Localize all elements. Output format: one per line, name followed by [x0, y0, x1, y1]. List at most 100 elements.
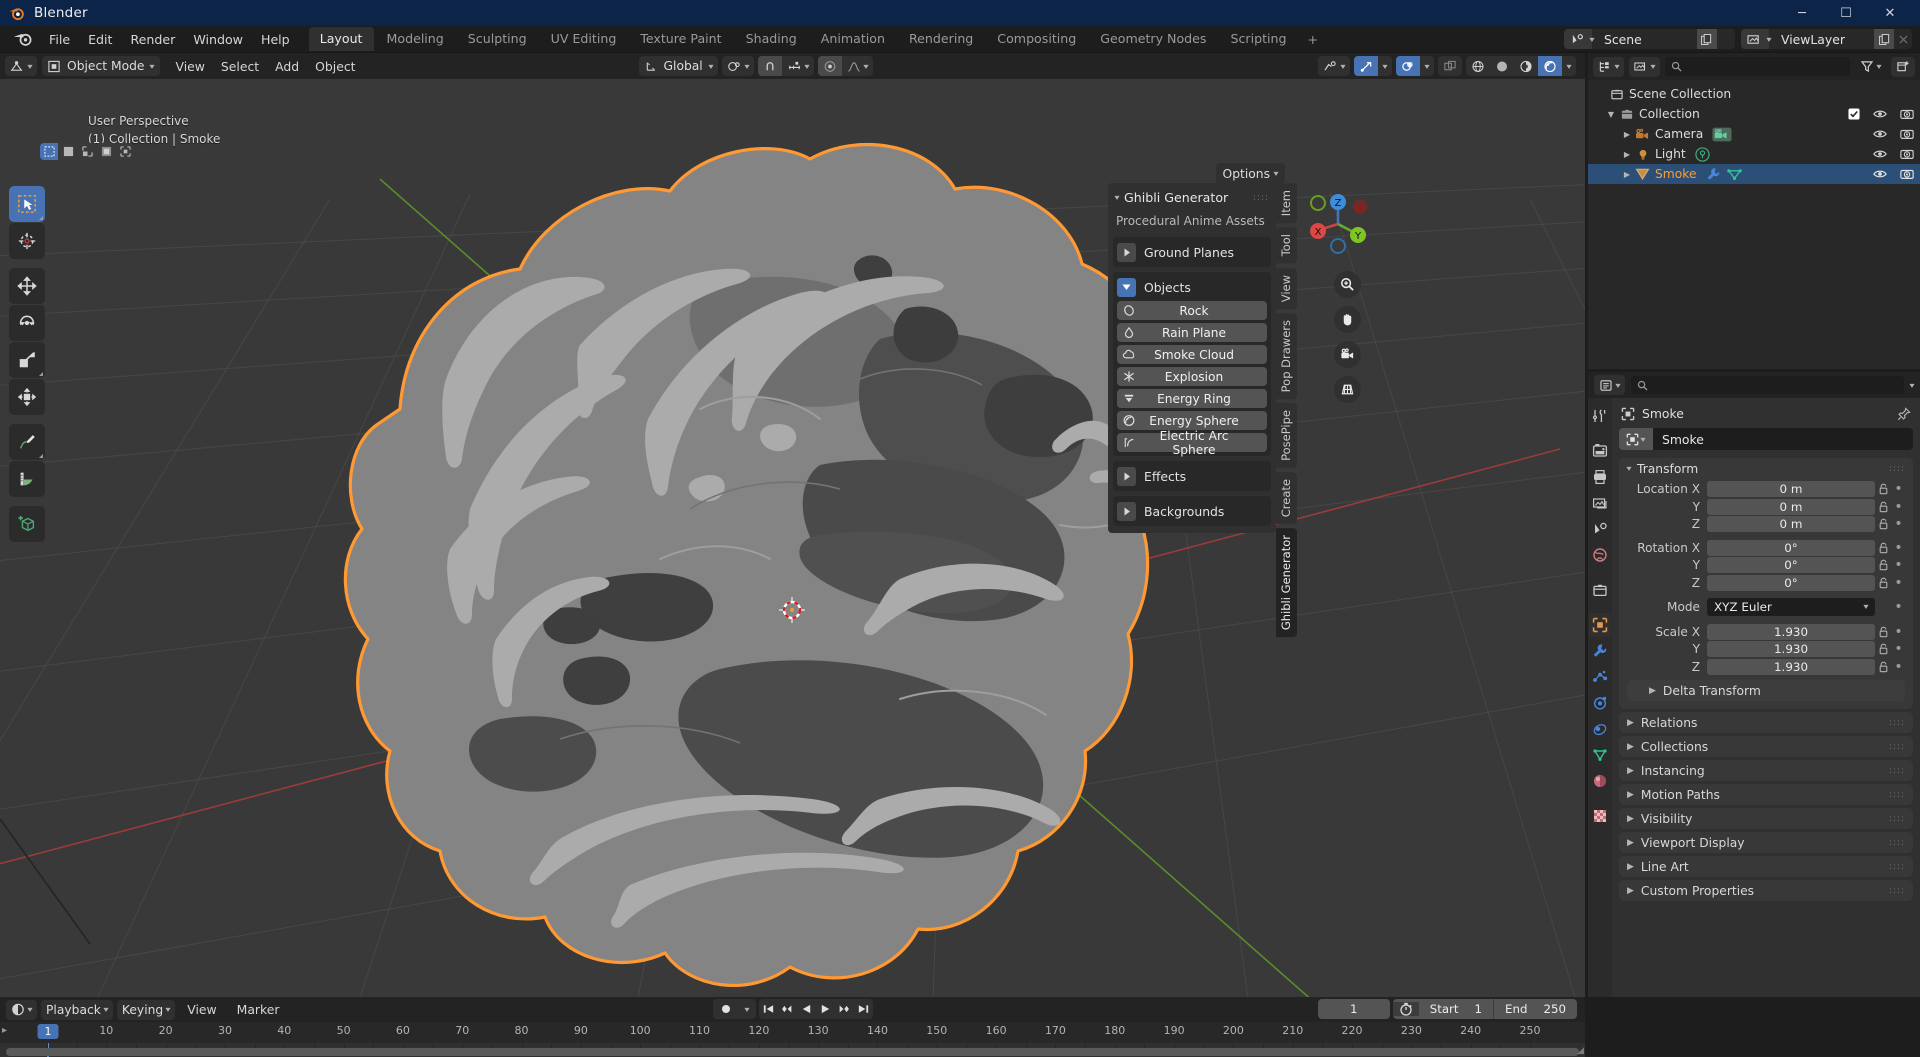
timeline-ruler[interactable]: 1 10 20 30 40 50 60 70 80 90 100 110 120 130 140 150 16…	[0, 1022, 1585, 1043]
transform-orientation-dropdown[interactable]: Global ▾	[638, 56, 718, 76]
select-all-icon[interactable]	[116, 143, 134, 160]
lock-icon[interactable]	[1875, 577, 1892, 589]
snap-to-dropdown[interactable]: ▾	[782, 56, 814, 76]
output-icon[interactable]	[1589, 465, 1611, 489]
expand-triangle-icon[interactable]: ▶	[1620, 130, 1634, 139]
animate-property-icon[interactable]: •	[1892, 624, 1905, 640]
effects-section[interactable]: Effects	[1113, 461, 1271, 491]
render-icon[interactable]	[1589, 439, 1611, 463]
auto-keying-options-dropdown[interactable]: ▾	[739, 1005, 756, 1014]
eye-icon[interactable]	[1873, 108, 1887, 120]
outliner-row-camera[interactable]: ▶ Camera	[1588, 124, 1920, 144]
timeline-expand-icon[interactable]: ▸	[2, 1025, 7, 1036]
shading-options-dropdown[interactable]: ▾	[1561, 56, 1576, 76]
animate-property-icon[interactable]: •	[1892, 516, 1905, 532]
lock-icon[interactable]	[1875, 626, 1892, 638]
cursor-tool[interactable]	[9, 223, 45, 259]
scale-z-input[interactable]: 1.930	[1707, 658, 1875, 675]
relations-panel[interactable]: ▶ Relations ::::	[1619, 712, 1913, 733]
workspace-tab-compositing[interactable]: Compositing	[986, 27, 1087, 51]
sidebar-tab-view[interactable]: View	[1276, 267, 1297, 309]
sidebar-tab-item[interactable]: Item	[1276, 183, 1297, 224]
animate-property-icon[interactable]: •	[1892, 599, 1905, 615]
overlay-options-dropdown[interactable]: ▾	[1419, 56, 1434, 76]
mesh-data-icon[interactable]	[1726, 167, 1743, 182]
constraints-icon[interactable]	[1589, 717, 1611, 741]
sidebar-tab-tool[interactable]: Tool	[1276, 227, 1297, 264]
gizmo-options-dropdown[interactable]: ▾	[1377, 56, 1392, 76]
texture-icon[interactable]	[1589, 804, 1611, 828]
lasso-select-icon[interactable]	[97, 143, 115, 160]
energy-sphere-button[interactable]: Energy Sphere	[1117, 411, 1267, 430]
workspace-tab-sculpting[interactable]: Sculpting	[457, 27, 538, 51]
properties-options-dropdown[interactable]: ▾	[1909, 381, 1914, 390]
stopwatch-icon[interactable]	[1392, 1002, 1419, 1016]
expand-triangle-icon[interactable]: ▶	[1620, 170, 1634, 179]
outliner-filter-icon[interactable]: ▾	[1855, 57, 1886, 77]
rendered-shading-icon[interactable]	[1537, 56, 1562, 76]
object-name-input[interactable]: Smoke	[1653, 428, 1913, 450]
smoke-cloud-button[interactable]: Smoke Cloud	[1117, 345, 1267, 364]
camera-data-icon[interactable]	[1712, 127, 1732, 142]
ghibli-panel-header[interactable]: ▾ Ghibli Generator ::::	[1113, 188, 1271, 209]
measure-tool[interactable]	[9, 461, 45, 497]
viewport-menu-select[interactable]: Select	[213, 57, 267, 76]
remove-view-layer-icon[interactable]	[1894, 29, 1912, 49]
jump-end-icon[interactable]	[854, 999, 873, 1019]
timeline-menu-marker[interactable]: Marker	[229, 1000, 288, 1019]
circle-select-icon[interactable]	[78, 143, 96, 160]
lock-icon[interactable]	[1875, 501, 1892, 513]
workspace-tab-layout[interactable]: Layout	[308, 27, 374, 51]
sidebar-tab-pop-drawers[interactable]: Pop Drawers	[1276, 312, 1297, 400]
world-icon[interactable]	[1589, 543, 1611, 567]
move-tool[interactable]	[9, 268, 45, 304]
play-icon[interactable]	[816, 999, 835, 1019]
expand-triangle-icon[interactable]: ▶	[1620, 150, 1634, 159]
menu-file[interactable]: File	[40, 29, 79, 50]
location-y-input[interactable]: 0 m	[1707, 498, 1875, 515]
outliner-search-input[interactable]	[1665, 57, 1850, 76]
scale-tool[interactable]	[9, 342, 45, 378]
end-frame-field[interactable]: End 250	[1494, 999, 1577, 1019]
resize-corner-icon[interactable]: ◢	[1577, 1046, 1584, 1056]
playhead-badge[interactable]: 1	[37, 1024, 59, 1039]
view-layer-selector[interactable]: ▾ ViewLayer	[1740, 29, 1912, 49]
explosion-button[interactable]: Explosion	[1117, 367, 1267, 386]
new-scene-icon[interactable]	[1696, 29, 1717, 49]
viewport-options-button[interactable]: Options ▾	[1215, 163, 1285, 184]
timeline-menu-playback[interactable]: Playback ▾	[41, 999, 113, 1020]
backgrounds-section[interactable]: Backgrounds	[1113, 496, 1271, 526]
camera-view-icon[interactable]	[1334, 341, 1361, 368]
prev-keyframe-icon[interactable]	[778, 999, 797, 1019]
maximize-button[interactable]: ☐	[1824, 0, 1868, 26]
line-art-panel[interactable]: ▶ Line Art ::::	[1619, 856, 1913, 877]
lock-icon[interactable]	[1875, 483, 1892, 495]
remove-scene-icon[interactable]: x-icon	[1716, 29, 1735, 49]
lock-icon[interactable]	[1875, 542, 1892, 554]
viewport-display-panel[interactable]: ▶ Viewport Display ::::	[1619, 832, 1913, 853]
current-frame-input[interactable]: 1	[1317, 999, 1390, 1019]
eye-icon[interactable]	[1873, 128, 1887, 140]
timeline-scrollbar[interactable]	[6, 1048, 1579, 1056]
camera-render-icon[interactable]	[1900, 148, 1914, 160]
scene-icon[interactable]	[1589, 517, 1611, 541]
workspace-tab-animation[interactable]: Animation	[810, 27, 896, 51]
timeline-menu-view[interactable]: View	[179, 1000, 224, 1019]
camera-render-icon[interactable]	[1900, 108, 1914, 120]
minimize-button[interactable]: ─	[1780, 0, 1824, 26]
wireframe-shading-icon[interactable]	[1466, 56, 1490, 76]
workspace-tab-scripting[interactable]: Scripting	[1219, 27, 1297, 51]
tool-icon[interactable]	[1589, 404, 1611, 428]
show-gizmo-icon[interactable]	[1353, 56, 1378, 76]
scene-selector[interactable]: ▾ Scene x-icon	[1563, 29, 1735, 49]
modifier-icon[interactable]	[1589, 639, 1611, 663]
energy-ring-button[interactable]: Energy Ring	[1117, 389, 1267, 408]
next-keyframe-icon[interactable]	[835, 999, 854, 1019]
viewport-menu-view[interactable]: View	[168, 57, 213, 76]
sidebar-tab-create[interactable]: Create	[1276, 472, 1297, 525]
viewport-menu-object[interactable]: Object	[307, 57, 363, 76]
menu-window[interactable]: Window	[184, 29, 252, 50]
new-collection-icon[interactable]	[1891, 56, 1915, 77]
play-reverse-icon[interactable]	[797, 999, 816, 1019]
box-select-icon[interactable]	[59, 143, 77, 160]
